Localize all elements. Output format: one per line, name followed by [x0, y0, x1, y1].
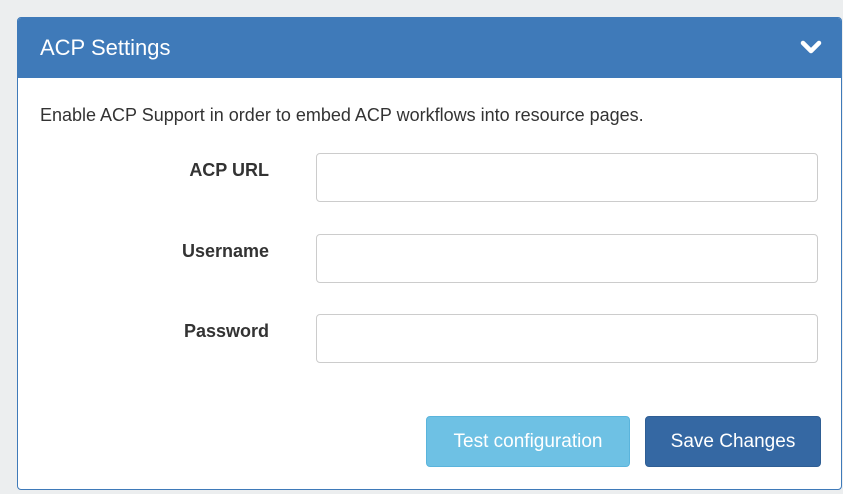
- acp-settings-panel: ACP Settings Enable ACP Support in order…: [17, 17, 842, 490]
- save-changes-button[interactable]: Save Changes: [645, 416, 821, 467]
- test-configuration-button[interactable]: Test configuration: [426, 416, 630, 467]
- panel-description: Enable ACP Support in order to embed ACP…: [40, 105, 644, 125]
- password-label: Password: [183, 321, 269, 341]
- password-input[interactable]: [316, 314, 818, 363]
- panel-title: ACP Settings: [40, 35, 171, 60]
- username-label: Username: [181, 241, 269, 261]
- chevron-down-icon[interactable]: [798, 36, 824, 58]
- panel-heading[interactable]: ACP Settings: [18, 18, 841, 78]
- username-input[interactable]: [316, 234, 818, 283]
- acp-url-label: ACP URL: [189, 160, 269, 180]
- acp-url-input[interactable]: [316, 153, 818, 202]
- page: ACP Settings Enable ACP Support in order…: [0, 0, 843, 494]
